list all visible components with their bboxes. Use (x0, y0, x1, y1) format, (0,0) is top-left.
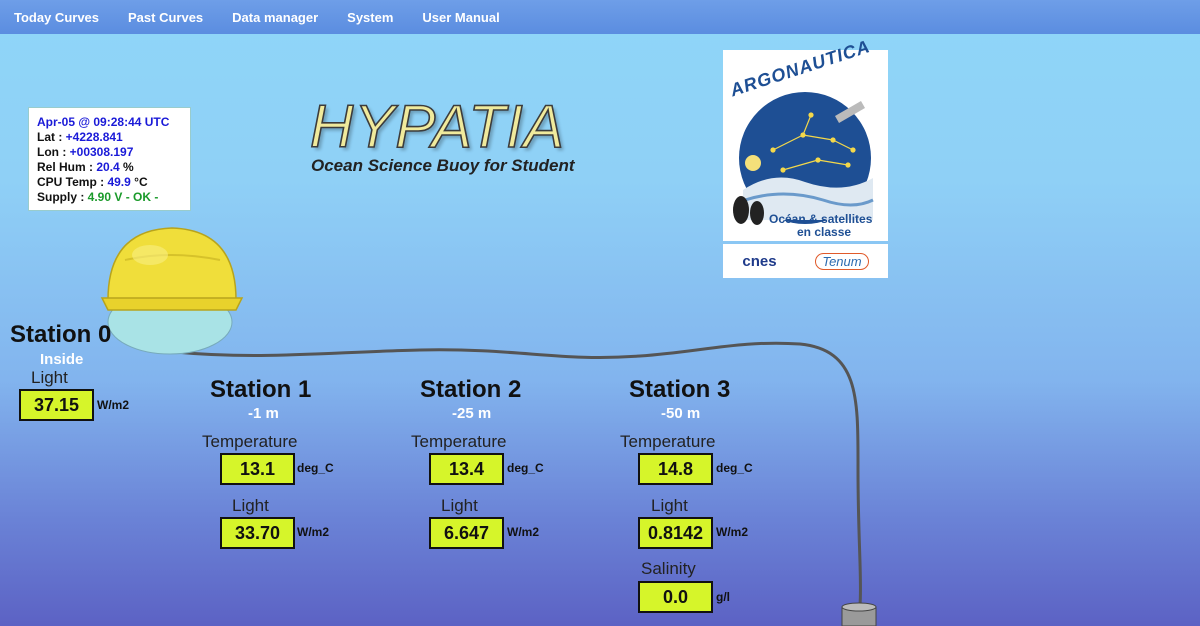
station-3-temp-label: Temperature (620, 432, 716, 451)
station-3-light-label: Light (651, 496, 688, 515)
station-3-salinity-unit: g/l (716, 590, 730, 604)
hum-value: 20.4 (96, 160, 120, 174)
station-3-title: Station 3 (629, 376, 731, 403)
station-2-temp-unit: deg_C (507, 461, 544, 475)
station-2-light-label: Light (441, 496, 478, 515)
page-title: HYPATIA (309, 92, 565, 161)
hum-label: Rel Hum : (37, 160, 97, 174)
supply-label: Supply : (37, 190, 88, 204)
station-1-temp-unit: deg_C (297, 461, 334, 475)
station-2-temp-value: 13.4 (429, 453, 504, 485)
cpu-label: CPU Temp : (37, 175, 108, 189)
page-subtitle: Ocean Science Buoy for Student (311, 156, 575, 175)
cpu-value: 49.9 (107, 175, 131, 189)
logo-tagline-1: Océan & satellites (769, 212, 873, 226)
station-0-light-value: 37.15 (19, 389, 94, 421)
bottom-sensor-icon (841, 602, 877, 626)
station-1-light-label: Light (232, 496, 269, 515)
station-2-sub: -25 m (452, 405, 492, 422)
station-2-title: Station 2 (420, 376, 522, 403)
logo-tagline-2: en classe (797, 225, 852, 239)
station-3-temp-unit: deg_C (716, 461, 753, 475)
buoy-cable-illustration (100, 227, 877, 626)
lon-value: +00308.197 (69, 145, 134, 159)
station-3-temp-value: 14.8 (638, 453, 713, 485)
partner-logos: cnes Tenum (723, 244, 888, 278)
station-0-title: Station 0 (10, 321, 112, 348)
station-1-temp-label: Temperature (202, 432, 298, 451)
station-3-salinity-label: Salinity (641, 559, 696, 578)
cpu-unit: °C (130, 175, 148, 189)
argonautica-logo: ARGONAUTICA Océan & satellites en classe (723, 36, 888, 241)
status-datetime: Apr-05 @ 09:28:44 UTC (37, 115, 170, 129)
hum-unit: % (119, 160, 134, 174)
station-0-light-unit: W/m2 (97, 398, 130, 412)
station-0-sub: Inside (40, 351, 84, 368)
station-1-title: Station 1 (210, 376, 312, 403)
station-2-light-value: 6.647 (429, 517, 504, 549)
station-2-light-unit: W/m2 (507, 525, 540, 539)
station-3-sub: -50 m (661, 405, 701, 422)
station-1-light-value: 33.70 (220, 517, 295, 549)
cnes-logo: cnes (742, 252, 777, 270)
station-1-sub: -1 m (248, 405, 279, 422)
station-2-temp-label: Temperature (411, 432, 507, 451)
station-1-temp-value: 13.1 (220, 453, 295, 485)
tenum-logo: Tenum (815, 252, 869, 270)
station-3-light-value: 0.8142 (638, 517, 713, 549)
station-1-light-unit: W/m2 (297, 525, 330, 539)
lat-label: Lat : (37, 130, 66, 144)
station-3-salinity-value: 0.0 (638, 581, 713, 613)
station-0-light-label: Light (31, 368, 68, 387)
buoy-icon (100, 227, 244, 355)
lon-label: Lon : (37, 145, 70, 159)
status-panel: Apr-05 @ 09:28:44 UTC Lat : +4228.841 Lo… (28, 107, 191, 211)
lat-value: +4228.841 (65, 130, 123, 144)
supply-value: 4.90 V - OK - (87, 190, 159, 204)
station-3-light-unit: W/m2 (716, 525, 749, 539)
